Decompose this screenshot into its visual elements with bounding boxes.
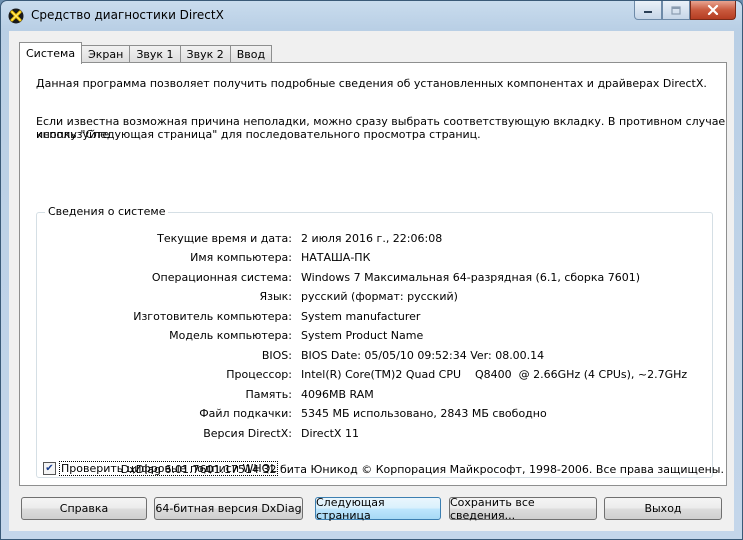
maximize-icon bbox=[671, 5, 681, 15]
system-info-title: Сведения о системе bbox=[45, 205, 169, 218]
info-row-memory: Память: 4096MB RAM bbox=[37, 388, 712, 404]
info-label: Модель компьютера: bbox=[169, 329, 292, 342]
info-value: 4096MB RAM bbox=[301, 388, 374, 401]
caption-buttons bbox=[634, 1, 736, 21]
info-value: русский (формат: русский) bbox=[301, 290, 458, 303]
intro-text-3: кнопку "Следующая страница" для последов… bbox=[36, 128, 481, 141]
info-row-page-file: Файл подкачки: 5345 МБ использовано, 284… bbox=[37, 407, 712, 423]
window-title: Средство диагностики DirectX bbox=[31, 8, 224, 22]
info-label: Файл подкачки: bbox=[199, 407, 292, 420]
copyright-footer: DxDiag 6.01.7601.17514 32 бита Юникод © … bbox=[120, 463, 724, 476]
minimize-button[interactable] bbox=[634, 1, 662, 20]
dxdiag-64bit-button[interactable]: 64-битная версия DxDiag bbox=[154, 497, 303, 520]
info-row-manufacturer: Изготовитель компьютера: System manufact… bbox=[37, 310, 712, 326]
info-value: 2 июля 2016 г., 22:06:08 bbox=[301, 232, 443, 245]
info-row-language: Язык: русский (формат: русский) bbox=[37, 290, 712, 306]
system-info-group: Сведения о системе Текущие время и дата:… bbox=[36, 205, 713, 478]
info-row-bios: BIOS: BIOS Date: 05/05/10 09:52:34 Ver: … bbox=[37, 349, 712, 365]
tab-strip: Система Экран Звук 1 Звук 2 Ввод bbox=[19, 42, 273, 64]
info-row-model: Модель компьютера: System Product Name bbox=[37, 329, 712, 345]
info-label: Язык: bbox=[259, 290, 292, 303]
info-label: Текущие время и дата: bbox=[157, 232, 292, 245]
checkbox-check-icon[interactable]: ✔ bbox=[43, 462, 56, 475]
close-icon bbox=[707, 5, 719, 15]
title-bar[interactable]: Средство диагностики DirectX bbox=[1, 1, 742, 31]
info-value: Windows 7 Максимальная 64-разрядная (6.1… bbox=[301, 271, 641, 284]
close-button[interactable] bbox=[690, 1, 736, 20]
next-page-button[interactable]: Следующая страница bbox=[315, 496, 441, 522]
info-label: BIOS: bbox=[261, 349, 292, 362]
info-label: Имя компьютера: bbox=[190, 251, 292, 264]
maximize-button[interactable] bbox=[662, 1, 690, 20]
exit-button[interactable]: Выход bbox=[604, 497, 722, 520]
client-area: Система Экран Звук 1 Звук 2 Ввод Данная … bbox=[9, 31, 734, 531]
tab-system[interactable]: Система bbox=[19, 42, 83, 64]
info-label: Версия DirectX: bbox=[203, 427, 292, 440]
info-value: BIOS Date: 05/05/10 09:52:34 Ver: 08.00.… bbox=[301, 349, 545, 362]
info-value: 5345 МБ использовано, 2843 МБ свободно bbox=[301, 407, 547, 420]
info-row-datetime: Текущие время и дата: 2 июля 2016 г., 22… bbox=[37, 232, 712, 248]
help-button[interactable]: Справка bbox=[21, 497, 147, 520]
info-value: DirectX 11 bbox=[301, 427, 359, 440]
info-value: Intel(R) Core(TM)2 Quad CPU Q8400 @ 2.66… bbox=[301, 368, 688, 381]
system-tab-panel: Данная программа позволяет получить подр… bbox=[19, 62, 727, 486]
info-label: Процессор: bbox=[226, 368, 292, 381]
intro-text-1: Данная программа позволяет получить подр… bbox=[36, 77, 707, 90]
info-row-os: Операционная система: Windows 7 Максимал… bbox=[37, 271, 712, 287]
info-value: НАТАША-ПК bbox=[301, 251, 371, 264]
info-row-directx-version: Версия DirectX: DirectX 11 bbox=[37, 427, 712, 443]
info-row-computer-name: Имя компьютера: НАТАША-ПК bbox=[37, 251, 712, 267]
info-label: Изготовитель компьютера: bbox=[133, 310, 292, 323]
dxdiag-window: Средство диагностики DirectX Система Экр… bbox=[0, 0, 743, 540]
info-value: System manufacturer bbox=[301, 310, 421, 323]
info-row-processor: Процессор: Intel(R) Core(TM)2 Quad CPU Q… bbox=[37, 368, 712, 384]
info-label: Операционная система: bbox=[151, 271, 292, 284]
minimize-icon bbox=[644, 11, 652, 13]
info-label: Память: bbox=[245, 388, 292, 401]
save-all-info-button[interactable]: Сохранить все сведения... bbox=[449, 496, 597, 522]
info-value: System Product Name bbox=[301, 329, 424, 342]
directx-icon bbox=[8, 8, 24, 24]
